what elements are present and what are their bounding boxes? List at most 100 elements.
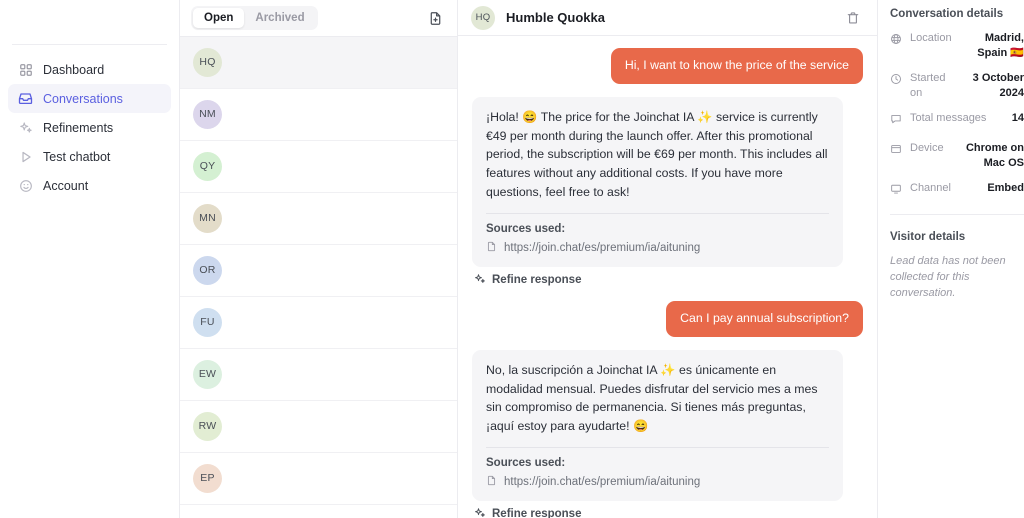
message-icon [890,111,903,130]
app-root: Dashboard Conversations Refinements Test… [0,0,1024,518]
list-item-body [233,61,445,64]
document-icon [486,475,497,489]
list-item[interactable]: MN [180,193,457,245]
status-filter-tabs: Open Archived [191,6,318,30]
list-item[interactable]: RW [180,401,457,453]
message-thread: Hi, I want to know the price of the serv… [458,36,877,518]
detail-value: 14 [1011,112,1024,125]
tab-archived[interactable]: Archived [244,8,315,28]
inbox-icon [18,91,33,106]
document-export-icon[interactable] [424,7,446,29]
play-icon [18,149,33,164]
monitor-icon [890,181,903,200]
detail-value: 3 October 2024 [972,72,1024,99]
user-message: Can I pay annual subscription? [472,300,863,337]
refine-response-label: Refine response [492,508,582,518]
detail-key: Channel [910,182,951,195]
avatar: QY [193,151,222,181]
list-item-body [233,477,445,480]
list-item-body [233,217,445,220]
refine-response-button[interactable]: Refine response [474,507,863,518]
sidebar-divider [12,44,167,45]
detail-row: Device Chrome on Mac OS [890,141,1024,170]
clock-icon [890,71,903,90]
list-item-body [233,373,445,376]
source-link[interactable]: https://join.chat/es/premium/ia/aituning [486,475,829,489]
list-item-body [233,113,445,116]
list-item[interactable]: QY [180,141,457,193]
visitor-details-note: Lead data has not been collected for thi… [890,255,1006,299]
list-item[interactable]: OR [180,245,457,297]
sidebar: Dashboard Conversations Refinements Test… [0,0,180,518]
sidebar-item-label: Conversations [43,91,123,106]
grid-icon [18,62,33,77]
sidebar-item-account[interactable]: Account [8,171,171,200]
list-item[interactable]: FU [180,297,457,349]
list-item[interactable]: HQ [180,37,457,89]
source-link[interactable]: https://join.chat/es/premium/ia/aituning [486,241,829,255]
tab-open[interactable]: Open [193,8,245,28]
sources-divider [486,446,830,448]
list-item[interactable]: NM [180,89,457,141]
detail-row: Channel Embed [890,181,1024,200]
detail-key: Total messages [910,112,987,125]
detail-row: Started on 3 October 2024 [890,71,1024,100]
avatar: OR [193,255,222,285]
list-item-body [233,425,445,428]
sources-label: Sources used: [486,222,566,235]
detail-key: Location [910,32,952,44]
avatar: RW [193,411,222,441]
sources-label: Sources used: [486,456,566,469]
detail-value: Chrome on Mac OS [965,142,1024,169]
avatar: HQ [471,5,495,30]
conversation-list-header: Open Archived [180,0,457,36]
conversation-list-panel: Open Archived HQ NM QY MN OR FU EW RW EP [180,0,458,518]
list-item[interactable]: EW [180,349,457,401]
sidebar-item-refinements[interactable]: Refinements [8,113,171,142]
sidebar-item-label: Test chatbot [43,149,111,164]
chat-header: HQ Humble Quokka [458,0,877,36]
sidebar-item-label: Account [43,178,89,193]
source-url: https://join.chat/es/premium/ia/aituning [504,475,701,488]
message-bubble-user: Can I pay annual subscription? [666,300,863,337]
conversation-details-title: Conversation details [890,8,1004,20]
details-panel: Conversation details Location Madrid, Spa… [878,0,1024,518]
trash-icon[interactable] [843,8,863,28]
detail-row: Location Madrid, Spain 🇪🇸 [890,31,1024,60]
user-message: Hi, I want to know the price of the serv… [472,48,863,84]
document-icon [486,241,497,255]
list-item[interactable]: EP [180,453,457,505]
avatar: EP [193,463,222,493]
details-divider [890,214,1024,216]
avatar: HQ [193,47,222,77]
sparkles-icon [18,120,33,135]
chat-panel: HQ Humble Quokka Hi, I want to know the … [458,0,878,518]
message-bubble-bot: ¡Hola! 😄 The price for the Joinchat IA ✨… [472,96,844,267]
sidebar-item-dashboard[interactable]: Dashboard [8,55,171,84]
visitor-details-title: Visitor details [890,231,966,244]
sidebar-item-label: Dashboard [43,62,105,77]
sidebar-item-test-chatbot[interactable]: Test chatbot [8,142,171,171]
avatar: MN [193,203,222,233]
detail-key: Device [910,142,944,155]
conversation-details-rows: Location Madrid, Spain 🇪🇸 Started on 3 Octo… [890,31,1024,200]
sidebar-item-label: Refinements [43,120,114,135]
conversation-rows[interactable]: HQ NM QY MN OR FU EW RW EP [180,36,457,518]
avatar: NM [193,99,222,129]
smiley-icon [18,178,33,193]
refine-response-button[interactable]: Refine response [474,273,863,288]
sidebar-item-conversations[interactable]: Conversations [8,84,171,113]
message-bubble-bot: No, la suscripción a Joinchat IA ✨ es ún… [472,349,844,501]
device-icon [890,141,903,160]
source-url: https://join.chat/es/premium/ia/aituning [504,241,701,254]
detail-value: Embed [987,182,1024,195]
refine-response-label: Refine response [492,274,582,287]
avatar: EW [193,359,222,389]
list-item-body [233,165,445,168]
page-title: Humble Quokka [506,10,605,25]
detail-key: Started on [910,72,946,99]
detail-value: Madrid, Spain 🇪🇸 [977,32,1024,59]
list-item-body [233,269,445,272]
sparkles-icon [474,273,486,288]
detail-row: Total messages 14 [890,111,1024,130]
